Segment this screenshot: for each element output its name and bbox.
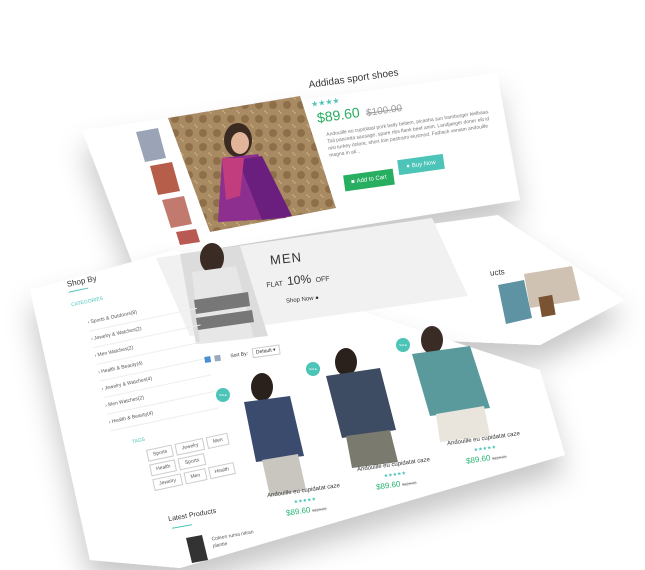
grid-view-icon[interactable] <box>204 356 212 363</box>
sale-badge: SALE <box>216 388 230 402</box>
old-price: $100.00 <box>365 103 403 119</box>
sidebar-underline <box>68 287 89 293</box>
sale-badge: SALE <box>306 362 320 376</box>
arrow-right-icon: ● <box>314 295 320 302</box>
banner-flat: FLAT <box>266 280 284 290</box>
sale-badge: SALE <box>396 338 410 352</box>
side-panel-title: ucts <box>489 267 506 278</box>
sort-by-label: Sort By: <box>230 350 249 360</box>
product-detail-card: Addidas sport shoes ★★★★ $89.60 $100.00 … <box>0 0 645 570</box>
list-view-icon[interactable] <box>214 354 221 362</box>
cart-icon: ■ <box>350 179 356 186</box>
banner-percent: 10% <box>286 271 312 289</box>
buy-now-label: Buy Now <box>411 159 437 169</box>
add-to-cart-label: Add to Cart <box>356 174 388 185</box>
banner-off: OFF <box>315 275 330 285</box>
buy-now-icon: ● <box>405 163 411 170</box>
